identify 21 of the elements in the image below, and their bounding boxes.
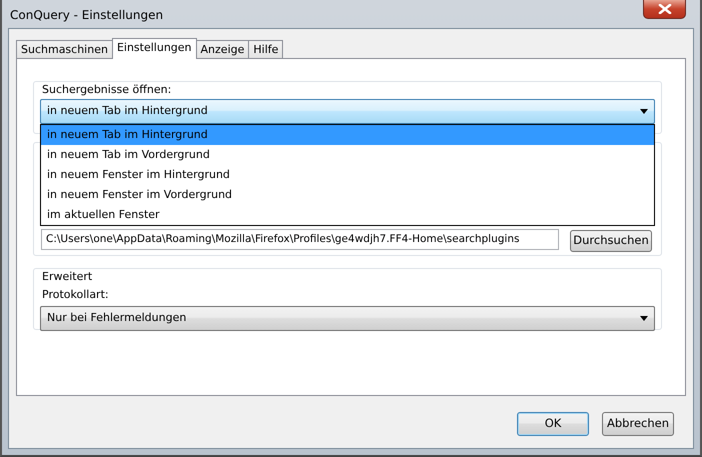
group-title: Suchergebnisse öffnen: bbox=[40, 83, 174, 97]
tab[interactable]: Anzeige bbox=[196, 40, 250, 58]
field-label: Protokollart: bbox=[42, 286, 109, 302]
tab[interactable]: Einstellungen bbox=[112, 38, 197, 59]
close-icon bbox=[658, 4, 672, 14]
cancel-button[interactable]: Abbrechen bbox=[602, 412, 674, 436]
window-title: ConQuery - Einstellungen bbox=[10, 7, 164, 24]
dropdown-option[interactable]: im aktuellen Fenster bbox=[41, 204, 654, 224]
browse-button[interactable]: Durchsuchen bbox=[570, 230, 652, 252]
dropdown-option[interactable]: in neuem Fenster im Hintergrund bbox=[41, 164, 654, 184]
dropdown-option[interactable]: in neuem Fenster im Vordergrund bbox=[41, 184, 654, 204]
dropdown-option[interactable]: in neuem Tab im Vordergrund bbox=[41, 144, 654, 164]
path-field[interactable]: C:\Users\one\AppData\Roaming\Mozilla\Firefox\Profiles\ge4wdjh7.FF4-Home\searchplugins bbox=[41, 229, 559, 250]
close-button[interactable] bbox=[643, 0, 686, 19]
caret-icon bbox=[640, 316, 648, 321]
caret-icon bbox=[640, 108, 648, 114]
ok-button[interactable]: OK bbox=[517, 412, 589, 436]
dropdown-option[interactable]: in neuem Tab im Hintergrund bbox=[41, 124, 654, 144]
tab[interactable]: Hilfe bbox=[248, 40, 284, 58]
tab[interactable]: Suchmaschinen bbox=[16, 40, 113, 58]
dropdown[interactable]: Nur bei Fehlermeldungen bbox=[40, 306, 655, 331]
